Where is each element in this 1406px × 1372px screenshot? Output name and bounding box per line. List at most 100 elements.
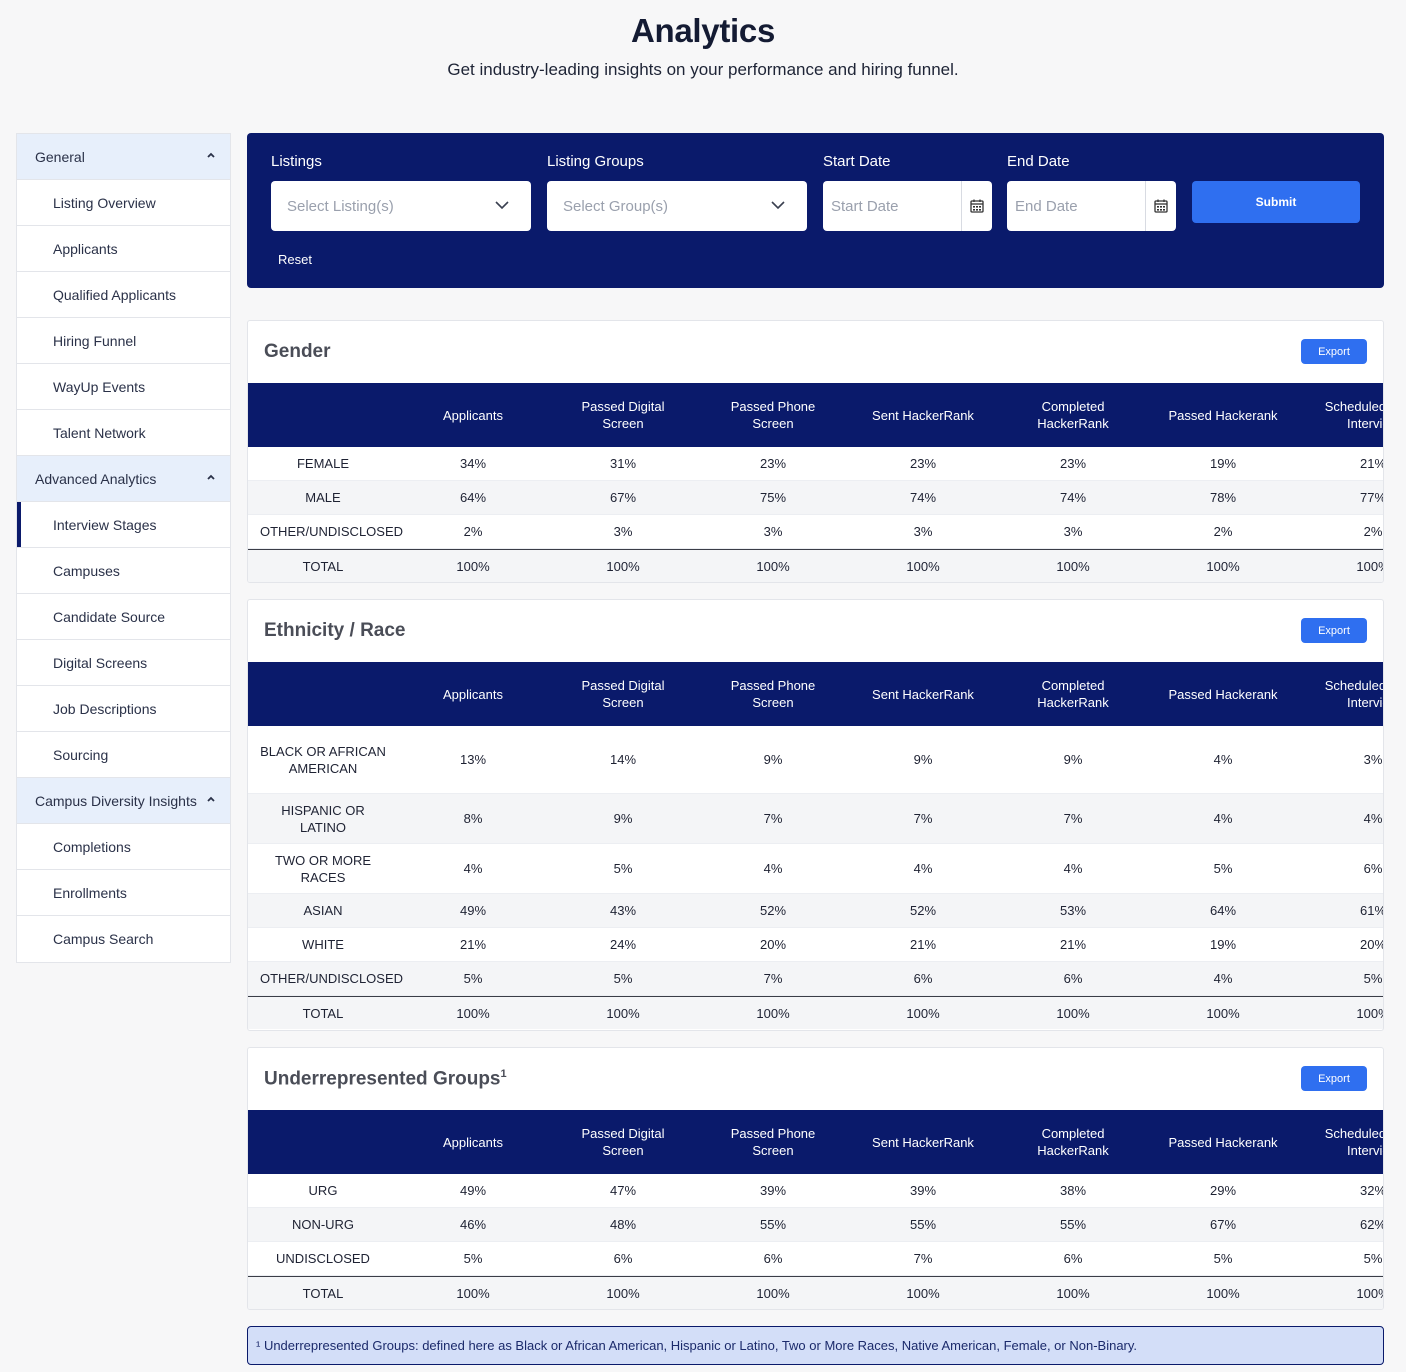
calendar-icon[interactable] xyxy=(1145,181,1176,231)
data-table: Applicants Passed Digital Screen Passed Ph… xyxy=(248,383,1384,582)
sidebar-group-label: Campus Diversity Insights xyxy=(35,792,197,809)
table-cell: 52% xyxy=(759,903,787,918)
sidebar-item-job-descriptions[interactable]: Job Descriptions xyxy=(17,686,230,732)
table-cell: 5% xyxy=(1213,861,1233,876)
sidebar-item-digital-screens[interactable]: Digital Screens xyxy=(17,640,230,686)
card-title: Underrepresented Groups1 xyxy=(264,1068,507,1090)
table-row: URG 49% 47% 39% 39% 38% 29% 32% xyxy=(248,1174,1383,1208)
table-cell: 75% xyxy=(759,490,787,505)
row-label: TOTAL xyxy=(302,1285,344,1301)
column-header: Scheduled Team Interview xyxy=(1324,1126,1384,1158)
sidebar-item-talent-network[interactable]: Talent Network xyxy=(17,410,230,456)
table-cell: 3% xyxy=(913,524,933,539)
table-cell: 13% xyxy=(459,752,487,767)
listings-select[interactable]: Select Listing(s) xyxy=(271,181,531,231)
export-button[interactable]: Export xyxy=(1301,339,1367,364)
table-total-row: TOTAL 100% 100% 100% 100% 100% 100% 100% xyxy=(248,549,1383,582)
sidebar-item-interview-stages[interactable]: Interview Stages xyxy=(17,502,230,548)
table-cell: 2% xyxy=(1213,524,1233,539)
table-cell: 4% xyxy=(1213,971,1233,986)
row-label: TOTAL xyxy=(302,1005,344,1021)
table-cell: 100% xyxy=(456,1285,490,1301)
table-cell: 5% xyxy=(613,861,633,876)
sidebar-item-listing-overview[interactable]: Listing Overview xyxy=(17,180,230,226)
sidebar-group-general[interactable]: General xyxy=(17,134,230,180)
sidebar-item-sourcing[interactable]: Sourcing xyxy=(17,732,230,778)
table-cell: 49% xyxy=(459,903,487,918)
sidebar-item-campuses[interactable]: Campuses xyxy=(17,548,230,594)
listing-groups-placeholder: Select Group(s) xyxy=(563,197,669,215)
table-cell: 47% xyxy=(609,1183,637,1198)
sidebar-item-wayup-events[interactable]: WayUp Events xyxy=(17,364,230,410)
end-date-placeholder: End Date xyxy=(1015,197,1078,215)
sidebar-item-campus-search[interactable]: Campus Search xyxy=(17,916,230,962)
end-date-label: End Date xyxy=(1007,153,1070,170)
sidebar-item-applicants[interactable]: Applicants xyxy=(17,226,230,272)
sidebar-item-completions[interactable]: Completions xyxy=(17,824,230,870)
calendar-icon[interactable] xyxy=(961,181,992,231)
table-cell: 23% xyxy=(759,456,787,471)
table-cell: 5% xyxy=(463,971,483,986)
listing-groups-select[interactable]: Select Group(s) xyxy=(547,181,807,231)
listings-label: Listings xyxy=(271,153,322,170)
table-cell: 7% xyxy=(913,811,933,826)
column-header: Passed Phone Screen xyxy=(730,678,816,710)
sidebar-group-advanced-analytics[interactable]: Advanced Analytics xyxy=(17,456,230,502)
column-header: Completed HackerRank xyxy=(1037,399,1109,431)
sidebar-item-enrollments[interactable]: Enrollments xyxy=(17,870,230,916)
column-header: Sent HackerRank xyxy=(872,407,974,423)
table-cell: 4% xyxy=(1213,752,1233,767)
export-button[interactable]: Export xyxy=(1301,1066,1367,1091)
row-label: OTHER/UNDISCLOSED xyxy=(260,524,404,539)
table-row: WHITE 21% 24% 20% 21% 21% 19% 20% xyxy=(248,928,1384,962)
table-cell: 5% xyxy=(1363,1251,1383,1266)
table-cell: 6% xyxy=(1363,861,1383,876)
table-cell: 67% xyxy=(1209,1217,1237,1232)
table-cell: 48% xyxy=(609,1217,637,1232)
end-date-input[interactable]: End Date xyxy=(1007,181,1176,231)
table-cell: 43% xyxy=(609,903,637,918)
column-header: Passed Digital Screen xyxy=(581,678,665,710)
table-row: ASIAN 49% 43% 52% 52% 53% 64% 61% xyxy=(248,894,1383,928)
export-button[interactable]: Export xyxy=(1301,618,1367,643)
table-cell: 9% xyxy=(763,752,783,767)
table-cell: 4% xyxy=(913,861,933,876)
column-header: Sent HackerRank xyxy=(872,686,974,702)
table-cell: 55% xyxy=(1059,1217,1087,1232)
reset-button[interactable]: Reset xyxy=(278,252,312,267)
filter-panel: Listings Select Listing(s) Listing Group… xyxy=(247,133,1384,288)
start-date-placeholder: Start Date xyxy=(831,197,899,215)
sidebar-item-hiring-funnel[interactable]: Hiring Funnel xyxy=(17,318,230,364)
sidebar-item-qualified-applicants[interactable]: Qualified Applicants xyxy=(17,272,230,318)
table-cell: 62% xyxy=(1359,1217,1384,1232)
column-header: Sent HackerRank xyxy=(872,1134,974,1150)
table-cell: 3% xyxy=(1363,752,1383,767)
row-label: TOTAL xyxy=(302,558,344,574)
table-total-row: TOTAL 100% 100% 100% 100% 100% 100% 100% xyxy=(248,1276,1383,1309)
table-cell: 100% xyxy=(456,558,490,574)
table-cell: 52% xyxy=(909,903,937,918)
table-cell: 77% xyxy=(1359,490,1384,505)
table-cell: 20% xyxy=(1359,937,1384,952)
start-date-input[interactable]: Start Date xyxy=(823,181,992,231)
gender-card: Gender Export Applicants Passed Digital Scr… xyxy=(247,320,1384,583)
column-header: Passed Phone Screen xyxy=(730,399,816,431)
sidebar-nav: General Listing Overview Applicants Qual… xyxy=(16,133,231,963)
chevron-down-icon xyxy=(771,201,785,210)
table-cell: 39% xyxy=(909,1183,937,1198)
table-cell: 100% xyxy=(1356,1005,1383,1021)
sidebar-group-campus-diversity-insights[interactable]: Campus Diversity Insights xyxy=(17,778,230,824)
table-cell: 31% xyxy=(609,456,637,471)
table-cell: 6% xyxy=(763,1251,783,1266)
submit-button[interactable]: Submit xyxy=(1192,181,1360,223)
table-row: MALE 64% 67% 75% 74% 74% 78% 77% xyxy=(248,481,1384,515)
column-header: Completed HackerRank xyxy=(1037,1126,1109,1158)
table-cell: 38% xyxy=(1059,1183,1087,1198)
sidebar-item-candidate-source[interactable]: Candidate Source xyxy=(17,594,230,640)
page-title: Analytics xyxy=(630,12,776,49)
table-cell: 100% xyxy=(756,1285,790,1301)
row-label: WHITE xyxy=(302,937,344,952)
table-cell: 100% xyxy=(906,558,940,574)
table-cell: 100% xyxy=(1356,1285,1383,1301)
table-cell: 100% xyxy=(906,1005,940,1021)
